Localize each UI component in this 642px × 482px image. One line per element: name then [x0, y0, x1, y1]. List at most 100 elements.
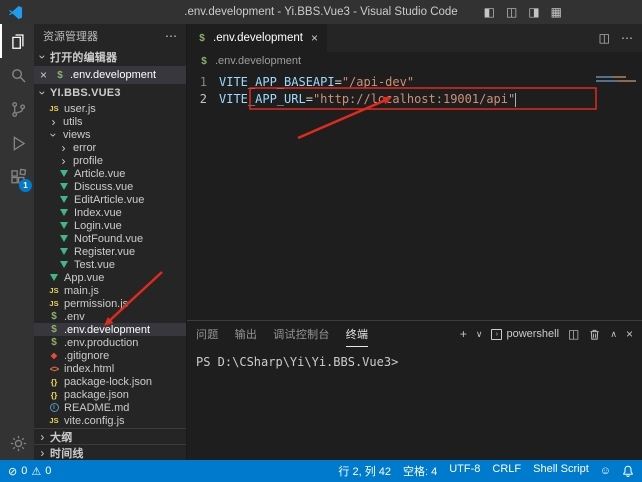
tree-item-label: .env.development — [64, 324, 150, 336]
line-number: 1 — [187, 74, 207, 91]
chevron-right-icon: › — [37, 430, 48, 444]
tree-item-notfound.vue[interactable]: NotFound.vue — [34, 232, 186, 245]
feedback-smiley-icon[interactable]: ☺ — [600, 465, 611, 477]
panel-tab-terminal[interactable]: 终端 — [346, 321, 369, 347]
tree-item-.env.production[interactable]: $.env.production — [34, 336, 186, 349]
run-debug-icon — [9, 134, 28, 153]
activity-manage[interactable] — [0, 426, 34, 460]
close-panel-icon[interactable]: × — [626, 327, 633, 341]
close-tab-icon[interactable]: × — [311, 31, 318, 45]
shell-icon: $ — [48, 324, 60, 335]
assignment-operator: = — [335, 74, 342, 91]
shell-icon: $ — [54, 70, 66, 81]
terminal-actions: + ∨ › powershell ◫ ∧ × — [460, 321, 633, 347]
tree-item-package.json[interactable]: {}package.json — [34, 388, 186, 401]
new-terminal-icon[interactable]: + — [460, 327, 467, 341]
panel-tab-output[interactable]: 输出 — [235, 321, 258, 347]
code-lines: 1VITE_APP_BASEAPI="/api-dev"2 VITE_APP_UR… — [187, 74, 642, 108]
tree-item-discuss.vue[interactable]: Discuss.vue — [34, 180, 186, 193]
tab-env-development[interactable]: $ .env.development × — [187, 24, 327, 52]
split-editor-icon[interactable]: ◫ — [599, 31, 610, 45]
close-editor-icon[interactable]: × — [40, 68, 50, 82]
tree-item-.env[interactable]: $.env — [34, 310, 186, 323]
tree-item-main.js[interactable]: JSmain.js — [34, 284, 186, 297]
tree-item-login.vue[interactable]: Login.vue — [34, 219, 186, 232]
js-icon: JS — [48, 299, 60, 308]
status-encoding[interactable]: UTF-8 — [449, 463, 480, 479]
status-bar: ⊘ 0 ⚠ 0 行 2, 列 42 空格: 4 UTF-8 CRLF Shell Scr… — [0, 460, 642, 482]
tree-item-.gitignore[interactable]: ◆.gitignore — [34, 349, 186, 362]
tree-item-label: user.js — [64, 103, 96, 115]
terminal-output[interactable]: PS D:\CSharp\Yi\Yi.BBS.Vue3> — [187, 347, 642, 460]
tree-item-package-lock.json[interactable]: {}package-lock.json — [34, 375, 186, 388]
timeline-label: 时间线 — [50, 445, 84, 461]
line-number: 2 — [187, 91, 207, 108]
tree-item-readme.md[interactable]: iREADME.md — [34, 401, 186, 414]
activity-run-debug[interactable] — [0, 126, 34, 160]
tree-item-permission.js[interactable]: JSpermission.js — [34, 297, 186, 310]
panel-tab-problems[interactable]: 问题 — [196, 321, 219, 347]
minimap[interactable] — [596, 76, 636, 84]
tree-item-index.html[interactable]: <>index.html — [34, 362, 186, 375]
status-language-mode[interactable]: Shell Script — [533, 463, 589, 479]
tree-item-vite.config.js[interactable]: JSvite.config.js — [34, 414, 186, 427]
tree-item-article.vue[interactable]: Article.vue — [34, 167, 186, 180]
terminal-instance-powershell[interactable]: › powershell — [491, 328, 559, 340]
tree-item-user.js[interactable]: JSuser.js — [34, 102, 186, 115]
panel-tab-debug-console[interactable]: 调试控制台 — [273, 321, 330, 347]
tree-item-error[interactable]: ›error — [34, 141, 186, 154]
problems-status[interactable]: ⊘ 0 ⚠ 0 — [8, 465, 51, 478]
outline-section-header[interactable]: › 大纲 — [34, 428, 186, 444]
env-variable-name: VITE_APP_URL — [219, 91, 306, 108]
assignment-operator: = — [306, 91, 313, 108]
tree-item-profile[interactable]: ›profile — [34, 154, 186, 167]
tree-item-label: App.vue — [64, 272, 104, 284]
tree-item-label: package.json — [64, 389, 129, 401]
tree-item-app.vue[interactable]: App.vue — [34, 271, 186, 284]
breadcrumb-label: .env.development — [215, 55, 301, 67]
toggle-secondary-sidebar-icon[interactable]: ◨ — [528, 5, 539, 19]
maximize-panel-icon[interactable]: ∧ — [610, 329, 617, 340]
open-editor-item[interactable]: × $ .env.development — [34, 66, 186, 84]
more-actions-icon[interactable]: ⋯ — [621, 31, 633, 45]
activity-explorer[interactable] — [0, 24, 34, 58]
tree-item-label: utils — [63, 116, 83, 128]
tree-item-test.vue[interactable]: Test.vue — [34, 258, 186, 271]
timeline-section-header[interactable]: › 时间线 — [34, 444, 186, 460]
tree-item-label: vite.config.js — [64, 415, 125, 427]
tree-item-utils[interactable]: ›utils — [34, 115, 186, 128]
chevron-down-icon: › — [36, 88, 50, 99]
code-line-2[interactable]: 2VITE_APP_URL="http://localhost:19001/ap… — [187, 91, 642, 108]
customize-layout-icon[interactable]: ▦ — [551, 5, 562, 19]
terminal-instance-label: powershell — [506, 328, 559, 340]
status-cursor-position[interactable]: 行 2, 列 42 — [338, 463, 391, 479]
open-editors-header[interactable]: › 打开的编辑器 — [34, 48, 186, 66]
status-indentation[interactable]: 空格: 4 — [403, 463, 437, 479]
vue-icon — [58, 261, 70, 268]
code-editor[interactable]: 1VITE_APP_BASEAPI="/api-dev"2 VITE_APP_UR… — [187, 70, 642, 320]
toggle-panel-icon[interactable]: ◫ — [506, 5, 517, 19]
activity-search[interactable] — [0, 58, 34, 92]
kill-terminal-icon[interactable] — [588, 328, 601, 341]
terminal-dropdown-icon[interactable]: ∨ — [476, 329, 483, 340]
tree-item-label: Login.vue — [74, 220, 122, 232]
shell-icon: $ — [196, 33, 208, 44]
activity-extensions[interactable]: 1 — [0, 160, 34, 194]
tree-item-index.vue[interactable]: Index.vue — [34, 206, 186, 219]
status-eol[interactable]: CRLF — [492, 463, 521, 479]
notifications-bell-icon[interactable] — [622, 465, 634, 477]
tree-item-editarticle.vue[interactable]: EditArticle.vue — [34, 193, 186, 206]
activity-source-control[interactable] — [0, 92, 34, 126]
tree-item-views[interactable]: ›views — [34, 128, 186, 141]
chevron-right-icon: › — [58, 141, 69, 155]
sidebar-more-actions-icon[interactable]: ⋯ — [165, 29, 177, 43]
tree-item-label: Article.vue — [74, 168, 125, 180]
activity-bar: 1 — [0, 24, 34, 460]
tree-item-.env.development[interactable]: $ .env.development — [34, 323, 186, 336]
toggle-sidebar-icon[interactable]: ◧ — [484, 5, 495, 19]
breadcrumb[interactable]: $ .env.development — [187, 52, 642, 70]
tree-item-register.vue[interactable]: Register.vue — [34, 245, 186, 258]
split-terminal-icon[interactable]: ◫ — [568, 327, 579, 341]
project-section-header[interactable]: › YI.BBS.VUE3 — [34, 84, 186, 102]
code-line-1[interactable]: 1VITE_APP_BASEAPI="/api-dev" — [187, 74, 642, 91]
